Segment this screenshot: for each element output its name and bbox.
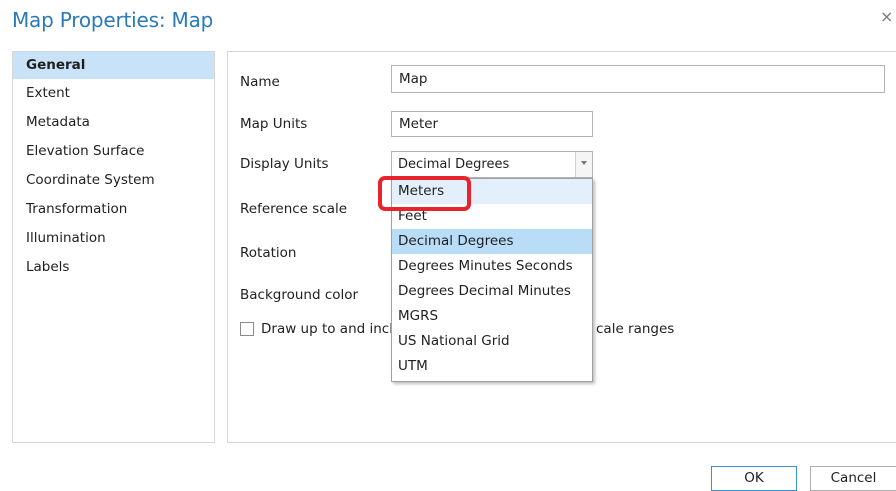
dropdown-button[interactable] (575, 152, 592, 177)
chevron-down-icon (581, 161, 587, 165)
sidebar-item-general[interactable]: General (13, 52, 214, 79)
option-utm[interactable]: UTM (392, 354, 592, 379)
sidebar-nav: General Extent Metadata Elevation Surfac… (12, 51, 215, 443)
close-icon[interactable]: × (880, 8, 896, 26)
sidebar-item-metadata[interactable]: Metadata (13, 108, 214, 137)
cancel-button[interactable]: Cancel (810, 466, 896, 491)
reference-scale-label: Reference scale (240, 201, 348, 217)
dialog-title: Map Properties: Map (12, 8, 214, 32)
display-units-select[interactable]: Decimal Degrees (391, 151, 593, 178)
map-units-label: Map Units (240, 116, 308, 132)
sidebar-item-labels[interactable]: Labels (13, 253, 214, 282)
display-units-value: Decimal Degrees (398, 157, 510, 172)
name-field[interactable]: Map (391, 65, 885, 93)
title-bar: Map Properties: Map × (0, 0, 896, 40)
option-us-national-grid[interactable]: US National Grid (392, 329, 592, 354)
option-mgrs[interactable]: MGRS (392, 304, 592, 329)
meters-highlight-annotation (378, 176, 471, 211)
map-units-value: Meter (399, 116, 439, 132)
sidebar-item-illumination[interactable]: Illumination (13, 224, 214, 253)
sidebar-item-coordinate-system[interactable]: Coordinate System (13, 166, 214, 195)
name-field-value: Map (399, 71, 428, 87)
option-degrees-decimal-minutes[interactable]: Degrees Decimal Minutes (392, 279, 592, 304)
sidebar-item-elevation-surface[interactable]: Elevation Surface (13, 137, 214, 166)
map-units-field: Meter (391, 111, 593, 137)
ok-button[interactable]: OK (711, 466, 797, 491)
draw-scale-ranges-checkbox[interactable] (240, 322, 254, 336)
background-color-label: Background color (240, 287, 359, 303)
map-properties-dialog: Map Properties: Map × General Extent Met… (0, 0, 896, 491)
sidebar-item-transformation[interactable]: Transformation (13, 195, 214, 224)
option-degrees-minutes-seconds[interactable]: Degrees Minutes Seconds (392, 254, 592, 279)
name-label: Name (240, 74, 280, 90)
sidebar-item-extent[interactable]: Extent (13, 79, 214, 108)
rotation-label: Rotation (240, 245, 297, 261)
draw-scale-ranges-label: Draw up to and incl (261, 321, 393, 337)
option-decimal-degrees[interactable]: Decimal Degrees (392, 229, 592, 254)
draw-scale-ranges-label-tail: cale ranges (596, 321, 675, 337)
display-units-label: Display Units (240, 156, 329, 172)
